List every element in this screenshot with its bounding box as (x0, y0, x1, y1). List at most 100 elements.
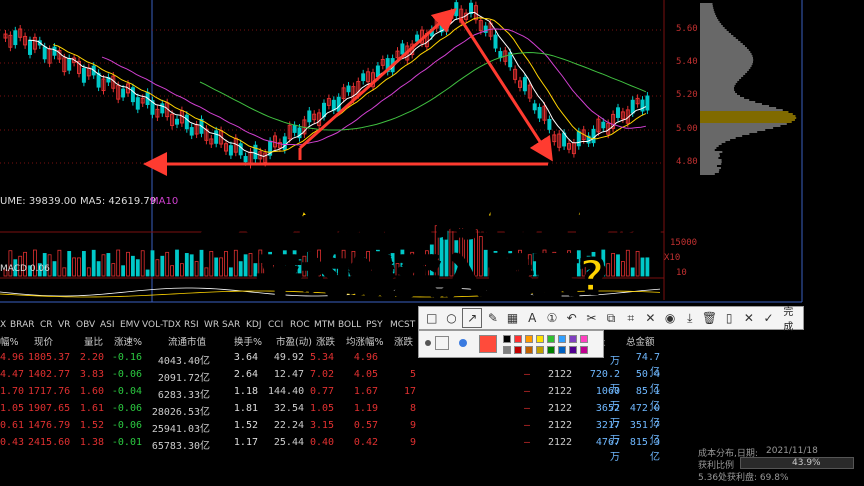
cost-distribution-panel: 成本分布,日期: 2021/11/18 获利比例 43.9% 5.36处获利盘:… (698, 444, 864, 486)
pen-icon[interactable]: ✎ (484, 309, 502, 327)
table-row[interactable]: 1.70 1717.76 1.60 -0.04 6283.33亿 1.18 144.40 0.… (0, 386, 680, 402)
table-row[interactable]: 0.61 1476.79 1.52 -0.06 25941.03亿 1.52 22.24 3.… (0, 420, 680, 436)
copy-icon[interactable]: ⧉ (602, 309, 620, 327)
tab-psy[interactable]: PSY (366, 320, 383, 330)
check-icon[interactable]: ✓ (760, 309, 778, 327)
table-cell: 5.34 (310, 352, 334, 363)
color-swatch[interactable] (558, 346, 566, 354)
color-swatch[interactable] (536, 335, 544, 343)
color-swatch[interactable] (514, 335, 522, 343)
table-row[interactable]: 0.43 2415.60 1.38 -0.01 65783.30亿 1.17 25.44 0.… (0, 437, 680, 453)
done-button[interactable]: 完成 (783, 303, 803, 333)
col-header[interactable]: 均涨幅% (346, 334, 384, 348)
color-swatch[interactable] (503, 335, 511, 343)
tab-cci[interactable]: CCI (268, 320, 283, 330)
color-swatch[interactable] (525, 335, 533, 343)
crop-icon[interactable]: ⌗ (622, 309, 640, 327)
tab-mcst[interactable]: MCST (390, 320, 415, 330)
tab-kdj[interactable]: KDJ (246, 320, 262, 330)
ellipse-icon[interactable]: ○ (443, 309, 461, 327)
tab-x[interactable]: X (0, 320, 6, 330)
tab-wr[interactable]: WR (204, 320, 219, 330)
table-cell: 4.05 (342, 369, 378, 380)
candle-body (43, 47, 46, 59)
col-header[interactable]: 涨速% (114, 334, 142, 348)
close-icon[interactable]: ✕ (740, 309, 758, 327)
tab-emv[interactable]: EMV (120, 320, 140, 330)
current-color-swatch[interactable] (479, 335, 497, 353)
record-icon[interactable]: ◉ (661, 309, 679, 327)
table-cell: 1.38 (78, 437, 104, 448)
color-swatch[interactable] (580, 335, 588, 343)
dist-date: 2021/11/18 (766, 446, 818, 456)
size-medium-icon[interactable] (435, 336, 449, 350)
tab-mtm[interactable]: MTM (314, 320, 335, 330)
size-small-icon[interactable] (425, 340, 431, 346)
undo-icon[interactable]: ↶ (563, 309, 581, 327)
size-large-icon[interactable] (459, 339, 467, 347)
table-cell: -0.01 (108, 437, 142, 448)
candle-body (308, 111, 311, 122)
col-header[interactable]: 现价 (34, 334, 53, 348)
table-cell: 0.42 (342, 437, 378, 448)
col-header[interactable]: 幅% (0, 334, 19, 348)
tab-cr[interactable]: CR (40, 320, 53, 330)
candle-body (416, 35, 419, 41)
table-cell: 1.05 (0, 403, 20, 414)
color-swatch[interactable] (569, 335, 577, 343)
download-icon[interactable]: ⤓ (681, 309, 699, 327)
col-header[interactable]: 涨跌 (394, 334, 413, 348)
eraser-icon[interactable]: ✕ (642, 309, 660, 327)
table-cell: 3.64 (230, 352, 258, 363)
arrow-icon[interactable]: ↗ (462, 308, 482, 328)
col-header[interactable]: 换手% (234, 334, 262, 348)
tab-roc[interactable]: ROC (290, 320, 310, 330)
pin-icon[interactable]: ✂ (583, 309, 601, 327)
color-swatch[interactable] (569, 346, 577, 354)
color-swatch[interactable] (536, 346, 544, 354)
rectangle-icon[interactable]: □ (423, 309, 441, 327)
col-header[interactable]: 总金额 (626, 334, 655, 348)
table-cell: – (520, 420, 530, 431)
candle-body (631, 100, 634, 113)
tab-vr[interactable]: VR (58, 320, 70, 330)
color-swatch[interactable] (503, 346, 511, 354)
tab-asi[interactable]: ASI (100, 320, 115, 330)
table-cell: -0.04 (108, 386, 142, 397)
color-swatch[interactable] (547, 346, 555, 354)
table-cell: 0.77 (310, 386, 334, 397)
color-swatch[interactable] (580, 346, 588, 354)
candle-body (293, 125, 296, 132)
text-icon[interactable]: A (523, 309, 541, 327)
price-tick: 5.40 (676, 57, 698, 67)
phone-icon[interactable]: ▯ (720, 309, 738, 327)
color-swatch[interactable] (514, 346, 522, 354)
col-header[interactable]: 涨跌 (316, 334, 335, 348)
col-header[interactable]: 流通市值 (168, 334, 206, 348)
tab-vol-tdx[interactable]: VOL-TDX (142, 320, 181, 330)
table-row[interactable]: 4.47 1402.77 3.83 -0.06 2091.72亿 2.64 12.47 7.0… (0, 369, 680, 385)
number-icon[interactable]: ① (543, 309, 561, 327)
color-swatch[interactable] (525, 346, 533, 354)
tab-sar[interactable]: SAR (222, 320, 240, 330)
table-cell: 1717.76 (28, 386, 68, 397)
trash-icon[interactable]: 🗑 (701, 309, 719, 327)
table-cell: 2.20 (78, 352, 104, 363)
color-picker-bar (418, 330, 604, 358)
color-swatch[interactable] (547, 335, 555, 343)
tab-brar[interactable]: BRAR (10, 320, 34, 330)
tab-rsi[interactable]: RSI (184, 320, 199, 330)
mosaic-icon[interactable]: ▦ (504, 309, 522, 327)
col-header[interactable]: 市盈(动) (276, 334, 312, 348)
table-row[interactable]: 1.05 1907.65 1.61 -0.06 28026.53亿 1.81 32.54 1.… (0, 403, 680, 419)
tab-boll[interactable]: BOLL (338, 320, 361, 330)
price-tick: 5.00 (676, 124, 698, 134)
table-cell: 1.70 (0, 386, 20, 397)
tab-obv[interactable]: OBV (76, 320, 95, 330)
candle-body (68, 58, 71, 70)
table-cell: 1805.37 (28, 352, 68, 363)
col-header[interactable]: 量比 (84, 334, 103, 348)
color-swatch[interactable] (558, 335, 566, 343)
table-cell: -0.06 (108, 369, 142, 380)
table-cell: – (520, 403, 530, 414)
